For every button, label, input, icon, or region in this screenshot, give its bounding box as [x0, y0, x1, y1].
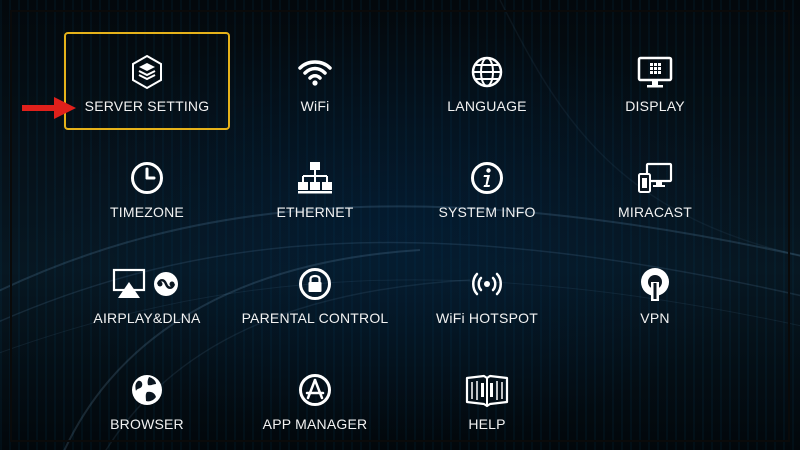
devices-icon [637, 160, 673, 196]
tile-label: HELP [468, 416, 506, 432]
tile-label: DISPLAY [625, 98, 685, 114]
wifi-icon [297, 54, 333, 90]
tile-wifi-hotspot[interactable]: WiFi HOTSPOT [404, 244, 570, 342]
tile-miracast[interactable]: MIRACAST [572, 138, 738, 236]
pointer-arrow-icon [22, 97, 76, 119]
tile-app-manager[interactable]: APP MANAGER [232, 350, 398, 448]
tile-label: MIRACAST [618, 204, 692, 220]
tile-label: BROWSER [110, 416, 184, 432]
monitor-icon [637, 54, 673, 90]
tile-language[interactable]: LANGUAGE [404, 32, 570, 130]
tile-vpn[interactable]: VPN [572, 244, 738, 342]
tile-timezone[interactable]: TIMEZONE [64, 138, 230, 236]
tile-server-setting[interactable]: SERVER SETTING [64, 32, 230, 130]
tile-wifi[interactable]: WiFi [232, 32, 398, 130]
globe-icon [469, 54, 505, 90]
tile-label: WiFi HOTSPOT [436, 310, 538, 326]
tile-label: AIRPLAY&DLNA [93, 310, 201, 326]
vpn-icon [637, 266, 673, 302]
tile-label: ETHERNET [276, 204, 354, 220]
tile-label: SYSTEM INFO [438, 204, 536, 220]
network-icon [297, 160, 333, 196]
tile-system-info[interactable]: SYSTEM INFO [404, 138, 570, 236]
tile-ethernet[interactable]: ETHERNET [232, 138, 398, 236]
tile-help[interactable]: HELP [404, 350, 570, 448]
settings-grid: SERVER SETTING WiFi LANGUAGE DISPLAY TIM… [40, 30, 768, 450]
lock-icon [297, 266, 333, 302]
server-icon [129, 54, 165, 90]
tile-label: LANGUAGE [447, 98, 527, 114]
app-store-icon [297, 372, 333, 408]
clock-icon [129, 160, 165, 196]
tile-label: TIMEZONE [110, 204, 184, 220]
tile-airplay-dlna[interactable]: AIRPLAY&DLNA [64, 244, 230, 342]
tile-browser[interactable]: BROWSER [64, 350, 230, 448]
tile-label: WiFi [300, 98, 330, 114]
hotspot-icon [469, 266, 505, 302]
tile-label: SERVER SETTING [84, 98, 210, 114]
tile-label: VPN [640, 310, 670, 326]
tile-label: PARENTAL CONTROL [241, 310, 389, 326]
book-icon [464, 372, 510, 408]
settings-screen: SERVER SETTING WiFi LANGUAGE DISPLAY TIM… [0, 0, 800, 450]
tile-label: APP MANAGER [262, 416, 368, 432]
browser-globe-icon [129, 372, 165, 408]
tile-parental-control[interactable]: PARENTAL CONTROL [232, 244, 398, 342]
info-icon [469, 160, 505, 196]
airplay-icon [112, 266, 182, 302]
tile-display[interactable]: DISPLAY [572, 32, 738, 130]
